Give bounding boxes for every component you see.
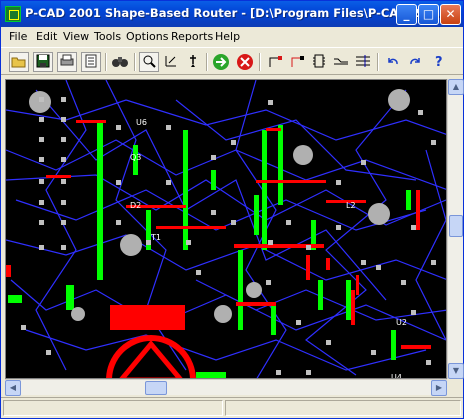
blue-traces <box>6 80 446 378</box>
toolbar-separator <box>206 53 208 71</box>
minimize-button[interactable]: _ <box>396 4 417 25</box>
status-bar <box>1 397 463 418</box>
close-button[interactable]: ✕ <box>440 4 461 25</box>
menu-view[interactable]: View <box>63 30 89 43</box>
maximize-button[interactable]: □ <box>418 4 439 25</box>
menu-options[interactable]: Options <box>126 30 168 43</box>
measure-icon[interactable] <box>161 52 181 72</box>
title-bar[interactable]: P-CAD 2001 Shape-Based Router - [D:\Prog… <box>1 1 463 27</box>
menu-tools[interactable]: Tools <box>94 30 121 43</box>
label-t1: T1 <box>150 233 161 242</box>
help-icon[interactable]: ? <box>429 52 449 72</box>
main-toolbar: ? <box>1 47 463 75</box>
svg-text:?: ? <box>435 55 443 69</box>
horizontal-scroll-thumb[interactable] <box>145 381 167 395</box>
route-start-icon[interactable] <box>211 52 231 72</box>
print-icon[interactable] <box>57 52 77 72</box>
undo-icon[interactable] <box>383 52 403 72</box>
zoom-window-icon[interactable] <box>139 52 159 72</box>
label-q3: Q3 <box>130 153 141 162</box>
horizontal-scrollbar[interactable]: ◀ ▶ <box>5 379 447 396</box>
label-d2: D2 <box>130 201 141 210</box>
vertical-scrollbar[interactable]: ▲ ▼ <box>447 79 464 379</box>
toolbar-separator <box>134 53 136 71</box>
green-traces <box>8 120 411 378</box>
open-folder-icon[interactable] <box>9 52 29 72</box>
scroll-right-icon[interactable]: ▶ <box>431 380 447 396</box>
smooth-icon[interactable] <box>331 52 351 72</box>
scroll-down-icon[interactable]: ▼ <box>448 363 464 379</box>
menu-reports[interactable]: Reports <box>171 30 213 43</box>
binoculars-icon[interactable] <box>110 52 130 72</box>
scroll-left-icon[interactable]: ◀ <box>5 380 21 396</box>
route-component-icon[interactable] <box>309 52 329 72</box>
pcb-board-canvas[interactable]: U6 Q3 D2 T1 L2 U2 U4 <box>5 79 447 379</box>
vertical-scroll-thumb[interactable] <box>449 215 463 237</box>
red-marker-symbol <box>106 335 196 378</box>
toolbar-separator <box>259 53 261 71</box>
toolbar-separator <box>377 53 379 71</box>
status-pane-info <box>225 400 461 416</box>
pcb-layout: U6 Q3 D2 T1 L2 U2 U4 <box>6 80 446 378</box>
label-l2: L2 <box>346 201 356 210</box>
label-u2: U2 <box>396 318 407 327</box>
menu-bar: File Edit View Tools Options Reports Hel… <box>1 27 463 46</box>
print-setup-icon[interactable] <box>81 52 101 72</box>
app-window: P-CAD 2001 Shape-Based Router - [D:\Prog… <box>0 0 464 419</box>
pcad-app-icon <box>5 6 21 22</box>
pin-icon[interactable] <box>183 52 203 72</box>
scroll-up-icon[interactable]: ▲ <box>448 79 464 95</box>
route-connection-icon[interactable] <box>287 52 307 72</box>
mitre-icon[interactable] <box>353 52 373 72</box>
window-title: P-CAD 2001 Shape-Based Router - [D:\Prog… <box>25 6 449 20</box>
route-stop-icon[interactable] <box>235 52 255 72</box>
save-icon[interactable] <box>33 52 53 72</box>
menu-edit[interactable]: Edit <box>36 30 57 43</box>
label-u6: U6 <box>136 118 147 127</box>
status-pane-message <box>3 400 223 416</box>
toolbar-separator <box>105 53 107 71</box>
menu-file[interactable]: File <box>9 30 27 43</box>
route-net-icon[interactable] <box>265 52 285 72</box>
redo-icon[interactable] <box>405 52 425 72</box>
menu-help[interactable]: Help <box>215 30 240 43</box>
